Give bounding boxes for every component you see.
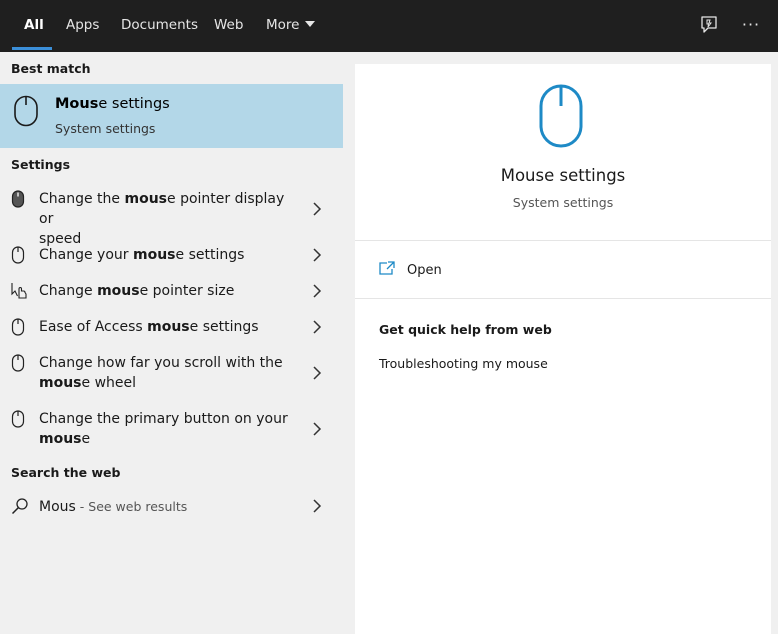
list-item-your-mouse-settings[interactable]: Change your mouse settings — [0, 242, 343, 270]
list-item-primary-button[interactable]: Change the primary button on your mouse — [0, 404, 343, 452]
best-match-title: Mouse settings — [55, 96, 170, 112]
list-item-scroll-wheel[interactable]: Change how far you scroll with the mouse … — [0, 348, 343, 396]
open-button[interactable]: Open — [355, 254, 771, 298]
chevron-right-icon — [313, 248, 322, 262]
active-tab-indicator — [12, 47, 52, 50]
search-web-header: Search the web — [11, 465, 121, 480]
troubleshooting-link[interactable]: Troubleshooting my mouse — [379, 356, 548, 371]
divider — [355, 240, 771, 241]
tab-more[interactable]: More — [266, 0, 316, 52]
tab-web[interactable]: Web — [214, 0, 243, 52]
list-item-ease-of-access[interactable]: Ease of Access mouse settings — [0, 314, 343, 342]
tab-more-label: More — [266, 17, 300, 33]
list-item-label: Change your mouse settings — [39, 247, 245, 263]
chevron-right-icon — [313, 366, 322, 380]
preview-title: Mouse settings — [500, 166, 626, 185]
mouse-icon — [11, 318, 25, 340]
preview-pane: Mouse settings System settings Open Get … — [355, 64, 771, 634]
list-item-label: Change the primary button on your mouse — [39, 411, 288, 447]
chevron-right-icon — [313, 284, 322, 298]
tab-all[interactable]: All — [24, 0, 44, 52]
best-match-subtitle: System settings — [55, 121, 156, 136]
list-item-label: Change mouse pointer size — [39, 283, 235, 299]
quick-help-header: Get quick help from web — [379, 322, 552, 337]
best-match-item[interactable]: Mouse settings System settings — [0, 84, 343, 148]
mouse-icon — [13, 95, 39, 131]
mouse-icon — [11, 410, 25, 432]
search-filter-bar: All Apps Documents Web More ··· — [0, 0, 778, 52]
chevron-right-icon — [313, 422, 322, 436]
feedback-icon[interactable] — [698, 14, 720, 36]
list-item-label: Change how far you scroll with the mouse … — [39, 355, 283, 391]
list-item-label: Ease of Access mouse settings — [39, 319, 259, 335]
settings-header: Settings — [11, 157, 71, 172]
chevron-right-icon — [313, 499, 322, 513]
mouse-icon — [11, 354, 25, 376]
mouse-icon — [11, 246, 25, 268]
results-list: Best match Mouse settings System setting… — [0, 52, 343, 634]
tab-documents[interactable]: Documents — [121, 0, 198, 52]
chevron-down-icon — [305, 21, 316, 27]
more-options-icon[interactable]: ··· — [740, 14, 762, 36]
list-item-label: Change the mouse pointer display or speed — [39, 191, 285, 247]
divider — [355, 298, 771, 299]
web-search-item[interactable]: Mous - See web results — [0, 492, 343, 520]
list-item-pointer-size[interactable]: Change mouse pointer size — [0, 278, 343, 306]
mouse-icon — [539, 84, 583, 152]
chevron-right-icon — [313, 320, 322, 334]
chevron-right-icon — [313, 202, 322, 216]
mouse-filled-icon — [11, 190, 25, 212]
search-icon — [11, 497, 29, 519]
tab-apps[interactable]: Apps — [66, 0, 99, 52]
open-external-icon — [378, 260, 396, 280]
best-match-header: Best match — [11, 61, 91, 76]
web-search-label: Mous - See web results — [39, 499, 188, 515]
open-label: Open — [407, 263, 442, 278]
pointer-hand-icon — [11, 282, 29, 304]
preview-subtitle: System settings — [512, 195, 614, 210]
list-item-pointer-display[interactable]: Change the mouse pointer display or speed — [0, 184, 343, 247]
